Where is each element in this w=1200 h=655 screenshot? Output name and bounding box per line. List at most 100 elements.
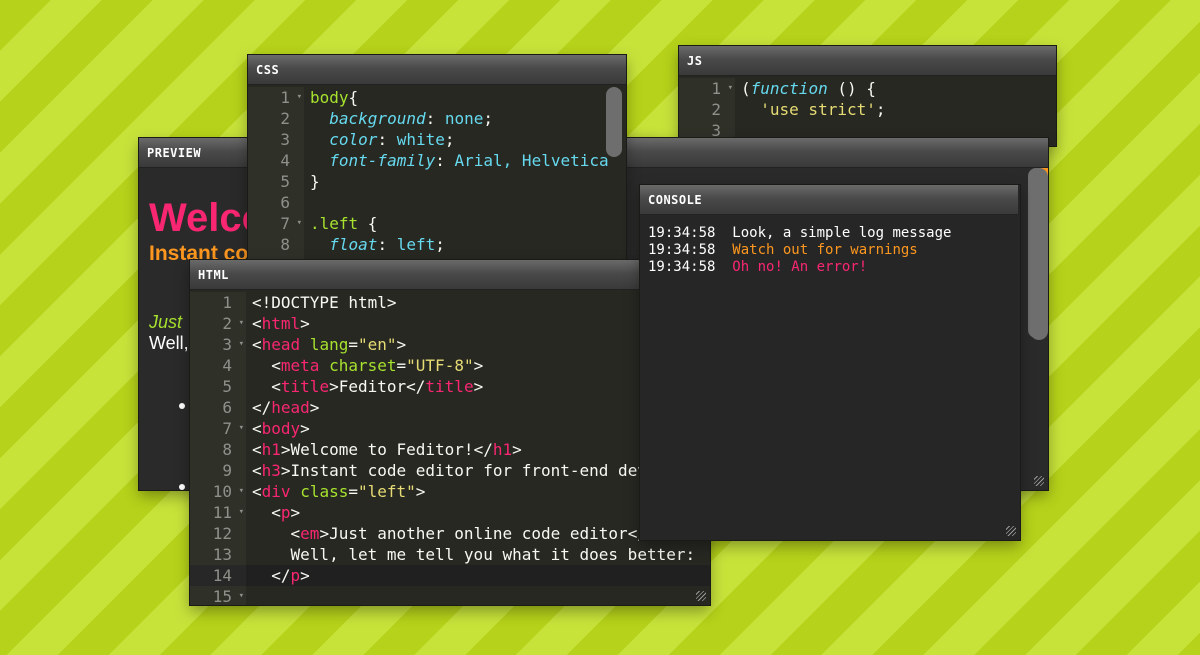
code-token: <	[252, 440, 262, 459]
code-line[interactable]: 4 font-family: Arial, Helvetica	[248, 150, 626, 171]
code-line[interactable]: 13 Well, let me tell you what it does be…	[190, 544, 710, 565]
code-line[interactable]: 6 </head>	[190, 397, 710, 418]
line-number: 7 ▾	[190, 418, 246, 439]
code-token: em	[300, 524, 320, 543]
code-token: >	[300, 419, 310, 438]
code-token: Arial, Helvetica	[454, 151, 609, 170]
html-code-area[interactable]: 1 <!DOCTYPE html> 2 ▾ <html> 3 ▾ <head lang="en…	[190, 290, 710, 605]
code-line[interactable]: 14 </p>	[190, 565, 710, 586]
code-line[interactable]: 3 ▾ <head lang="en">	[190, 334, 710, 355]
code-line[interactable]: 10 ▾ <div class="left">	[190, 481, 710, 502]
code-line[interactable]: 2 background: none;	[248, 108, 626, 129]
fold-arrow-icon[interactable]: ▾	[239, 313, 244, 334]
code-token: {	[348, 88, 359, 107]
code-token: >Instant code editor for front-end dev	[280, 461, 647, 480]
fold-arrow-icon[interactable]: ▾	[239, 334, 244, 355]
code-text: }	[304, 172, 320, 191]
code-line[interactable]: 8 float: left;	[248, 234, 626, 255]
code-token: 'use strict'	[760, 100, 876, 119]
code-line[interactable]: 6	[248, 192, 626, 213]
resize-grip-icon[interactable]	[1034, 476, 1044, 486]
code-token: background	[329, 109, 426, 128]
code-line[interactable]: 2 ▾ <html>	[190, 313, 710, 334]
code-token: title	[280, 377, 330, 396]
fold-arrow-icon[interactable]: ▾	[239, 418, 244, 439]
console-titlebar[interactable]: CONSOLE	[640, 185, 1018, 215]
code-token: :	[435, 151, 455, 170]
code-text: <em>Just another online code editor</	[246, 524, 647, 543]
code-line[interactable]: 11 ▾ <p>	[190, 502, 710, 523]
code-line[interactable]: 5 <title>Feditor</title>	[190, 376, 710, 397]
preview-em: Just	[149, 312, 183, 332]
html-titlebar[interactable]: HTML	[190, 260, 710, 290]
code-token: p	[290, 566, 301, 585]
code-line[interactable]: 2 'use strict';	[679, 99, 1056, 120]
js-titlebar[interactable]: JS	[679, 46, 1056, 76]
code-token: >Just another online code editor</	[319, 524, 647, 543]
code-token: (	[741, 79, 751, 98]
resize-grip-icon[interactable]	[1006, 526, 1016, 536]
code-line[interactable]: 12 <em>Just another online code editor</	[190, 523, 710, 544]
line-number: 1 ▾	[679, 78, 735, 99]
js-editor-panel: JS 1 ▾ (function () {2 'use strict'; 3	[679, 46, 1056, 146]
code-line[interactable]: 9 <h3>Instant code editor for front-end d…	[190, 460, 710, 481]
code-token: >Feditor</	[329, 377, 426, 396]
code-token: :	[425, 109, 445, 128]
code-line[interactable]: 7 ▾ <body>	[190, 418, 710, 439]
code-token: white	[396, 130, 445, 149]
fold-arrow-icon[interactable]: ▾	[297, 213, 302, 234]
line-number: 2	[248, 108, 304, 129]
code-line[interactable]: 1 <!DOCTYPE html>	[190, 292, 710, 313]
log-message: Watch out for warnings	[732, 242, 918, 258]
code-line[interactable]: 15 ▾	[190, 586, 710, 605]
code-token: >	[300, 314, 310, 333]
html-editor-panel: HTML 1 <!DOCTYPE html> 2 ▾ <html> 3 ▾ <head lan…	[190, 260, 710, 605]
code-token: <	[252, 335, 262, 354]
code-text: </head>	[246, 398, 319, 417]
css-code-area[interactable]: 1 ▾ body{2 background: none; 3 color: white…	[248, 85, 626, 265]
code-token: h1	[492, 440, 513, 459]
code-line[interactable]: 7 ▾ .left {	[248, 213, 626, 234]
resize-grip-icon[interactable]	[696, 591, 706, 601]
code-token: head	[271, 398, 310, 417]
css-scrollbar[interactable]	[606, 87, 622, 157]
backdrop-titlebar	[600, 138, 1048, 168]
code-token: title	[425, 377, 474, 396]
log-timestamp: 19:34:58	[648, 242, 716, 258]
code-token: ;	[435, 235, 445, 254]
code-token: none	[444, 109, 484, 128]
code-line[interactable]: 1 ▾ body{	[248, 87, 626, 108]
code-token: Well, let me tell you what it does bette…	[252, 545, 696, 564]
code-token: <	[252, 419, 262, 438]
code-text: float: left;	[304, 235, 445, 254]
code-text: color: white;	[304, 130, 454, 149]
code-line[interactable]: 8 <h1>Welcome to Feditor!</h1>	[190, 439, 710, 460]
code-line[interactable]: 5}	[248, 171, 626, 192]
code-text: <p>	[246, 503, 300, 522]
js-code-area[interactable]: 1 ▾ (function () {2 'use strict'; 3	[679, 76, 1056, 146]
bullet-icon	[179, 403, 185, 409]
fold-arrow-icon[interactable]: ▾	[239, 502, 244, 523]
css-editor-panel: CSS 1 ▾ body{2 background: none; 3 color: w…	[248, 55, 626, 265]
line-number: 11 ▾	[190, 502, 246, 523]
code-line[interactable]: 3 color: white;	[248, 129, 626, 150]
fold-arrow-icon[interactable]: ▾	[239, 481, 244, 502]
fold-arrow-icon[interactable]: ▾	[239, 586, 244, 605]
fold-arrow-icon[interactable]: ▾	[297, 87, 302, 108]
css-titlebar[interactable]: CSS	[248, 55, 626, 85]
fold-arrow-icon[interactable]: ▾	[728, 78, 733, 99]
code-text: <!DOCTYPE html>	[246, 293, 397, 312]
code-line[interactable]: 4 <meta charset="UTF-8">	[190, 355, 710, 376]
console-scrollbar[interactable]	[1030, 168, 1048, 340]
code-line[interactable]: 1 ▾ (function () {	[679, 78, 1056, 99]
code-token: body	[261, 419, 301, 438]
line-number: 10 ▾	[190, 481, 246, 502]
code-text: <body>	[246, 419, 310, 438]
line-number: 9	[190, 460, 246, 481]
line-number: 1	[190, 292, 246, 313]
code-text: font-family: Arial, Helvetica	[304, 151, 609, 170]
